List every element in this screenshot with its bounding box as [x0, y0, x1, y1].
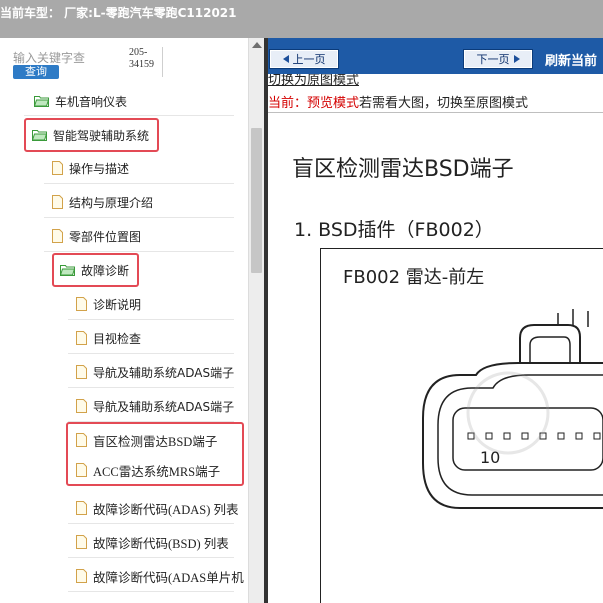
tree-item-diagnosis-notes[interactable]: 诊断说明 — [76, 290, 141, 318]
tree-item-label: 故障诊断代码(ADAS单片机 — [93, 570, 244, 585]
document-icon — [76, 433, 87, 447]
folder-open-icon — [59, 264, 76, 276]
result-count-line2: 34159 — [129, 59, 154, 70]
tree-item-visual-check[interactable]: 目视检查 — [76, 324, 141, 352]
tree-item-label: 操作与描述 — [69, 161, 130, 176]
tree-item-dtc-adas[interactable]: 故障诊断代码(ADAS) 列表 — [76, 494, 238, 522]
tree-item-structure[interactable]: 结构与原理介绍 — [52, 188, 153, 216]
tree-item-label: ACC雷达系统MRS端子 — [93, 464, 221, 479]
tree-item-label: 导航及辅助系统ADAS端子 — [93, 365, 235, 380]
tree-item-diagnosis[interactable]: 故障诊断 — [52, 253, 140, 287]
next-page-label: 下一页 — [476, 53, 510, 66]
arrow-left-icon — [282, 55, 289, 63]
document-toolbar: 上一页 下一页 刷新当前 — [268, 38, 603, 74]
tree-item-label: 零部件位置图 — [69, 229, 142, 244]
document-icon — [52, 161, 63, 175]
tree-item-label: 故障诊断 — [81, 263, 130, 278]
current-mode-hint: 若需看大图，切换至原图模式 — [359, 96, 529, 111]
scroll-thumb[interactable] — [251, 128, 262, 273]
search-button[interactable]: 查询 — [13, 65, 59, 79]
document-icon — [52, 229, 63, 243]
pin-number-label: 10 — [480, 448, 501, 467]
document-icon — [76, 535, 87, 549]
tree-item-adas-terminal-1[interactable]: 导航及辅助系统ADAS端子 — [76, 358, 234, 386]
tree-item-label: 导航及辅助系统ADAS端子 — [93, 399, 235, 414]
document-viewer: 盲区检测雷达BSD端子 1. BSD插件（FB002） FB002 雷达-前左 … — [268, 112, 603, 603]
search-input[interactable] — [13, 50, 123, 66]
tree-item-mrs-terminal[interactable]: ACC雷达系统MRS端子 — [76, 456, 220, 484]
sidebar-scrollbar[interactable] — [248, 38, 264, 603]
document-icon — [76, 399, 87, 413]
document-icon — [76, 365, 87, 379]
tree-item-dtc-adas-mcu[interactable]: 故障诊断代码(ADAS单片机 — [76, 562, 244, 590]
tree-item-infotainment[interactable]: 车机音响仪表 — [33, 87, 128, 115]
current-mode-prefix: 当前： — [268, 96, 308, 111]
refresh-link[interactable]: 刷新当前 — [545, 50, 597, 69]
document-icon — [76, 331, 87, 345]
result-count-line1: 205- — [129, 47, 148, 58]
document-icon — [76, 569, 87, 583]
tree-item-label: 结构与原理介绍 — [69, 195, 154, 210]
sidebar: 查询 205- 34159 车机音响仪表 智能驾驶辅助系统 操作与描述 结构与原… — [0, 38, 264, 603]
document-icon — [52, 195, 63, 209]
tree-item-label: 诊断说明 — [93, 297, 142, 312]
tree-item-operation[interactable]: 操作与描述 — [52, 154, 129, 182]
arrow-right-icon — [513, 55, 520, 63]
tree-item-component-location[interactable]: 零部件位置图 — [52, 222, 141, 250]
tree-item-label: 盲区检测雷达BSD端子 — [93, 434, 218, 449]
result-count: 205- 34159 — [129, 47, 163, 77]
next-page-button[interactable]: 下一页 — [463, 49, 533, 69]
tree-item-dtc-bsd[interactable]: 故障诊断代码(BSD) 列表 — [76, 528, 229, 556]
vehicle-info-bar: 当前车型： 厂家:L-零跑汽车零跑C112021 — [0, 0, 603, 38]
current-mode-line: 当前：预览模式若需看大图，切换至原图模式 — [268, 92, 528, 111]
tree-item-label: 故障诊断代码(BSD) 列表 — [93, 536, 229, 551]
tree-item-label: 故障诊断代码(ADAS) 列表 — [93, 502, 239, 517]
connector-diagram — [422, 309, 603, 509]
switch-to-original-link[interactable]: 切换为原图模式 — [268, 74, 359, 88]
tree-item-adas-terminal-2[interactable]: 导航及辅助系统ADAS端子 — [76, 392, 234, 420]
tree-item-label: 车机音响仪表 — [55, 94, 128, 109]
tree-item-label: 目视检查 — [93, 331, 142, 346]
vehicle-info-text: 当前车型： 厂家:L-零跑汽车零跑C112021 — [0, 6, 237, 20]
current-mode-value: 预览模式 — [307, 96, 360, 111]
tree-item-adas-system[interactable]: 智能驾驶辅助系统 — [24, 118, 160, 152]
document-icon — [76, 297, 87, 311]
document-icon — [76, 463, 87, 477]
folder-open-icon — [31, 129, 48, 141]
document-icon — [76, 501, 87, 515]
tree-item-bsd-terminal[interactable]: 盲区检测雷达BSD端子 — [76, 426, 217, 454]
folder-open-icon — [33, 95, 50, 107]
prev-page-button[interactable]: 上一页 — [269, 49, 339, 69]
prev-page-label: 上一页 — [292, 53, 326, 66]
scroll-up-arrow-icon[interactable] — [252, 42, 262, 48]
tree-item-label: 智能驾驶辅助系统 — [53, 128, 150, 143]
